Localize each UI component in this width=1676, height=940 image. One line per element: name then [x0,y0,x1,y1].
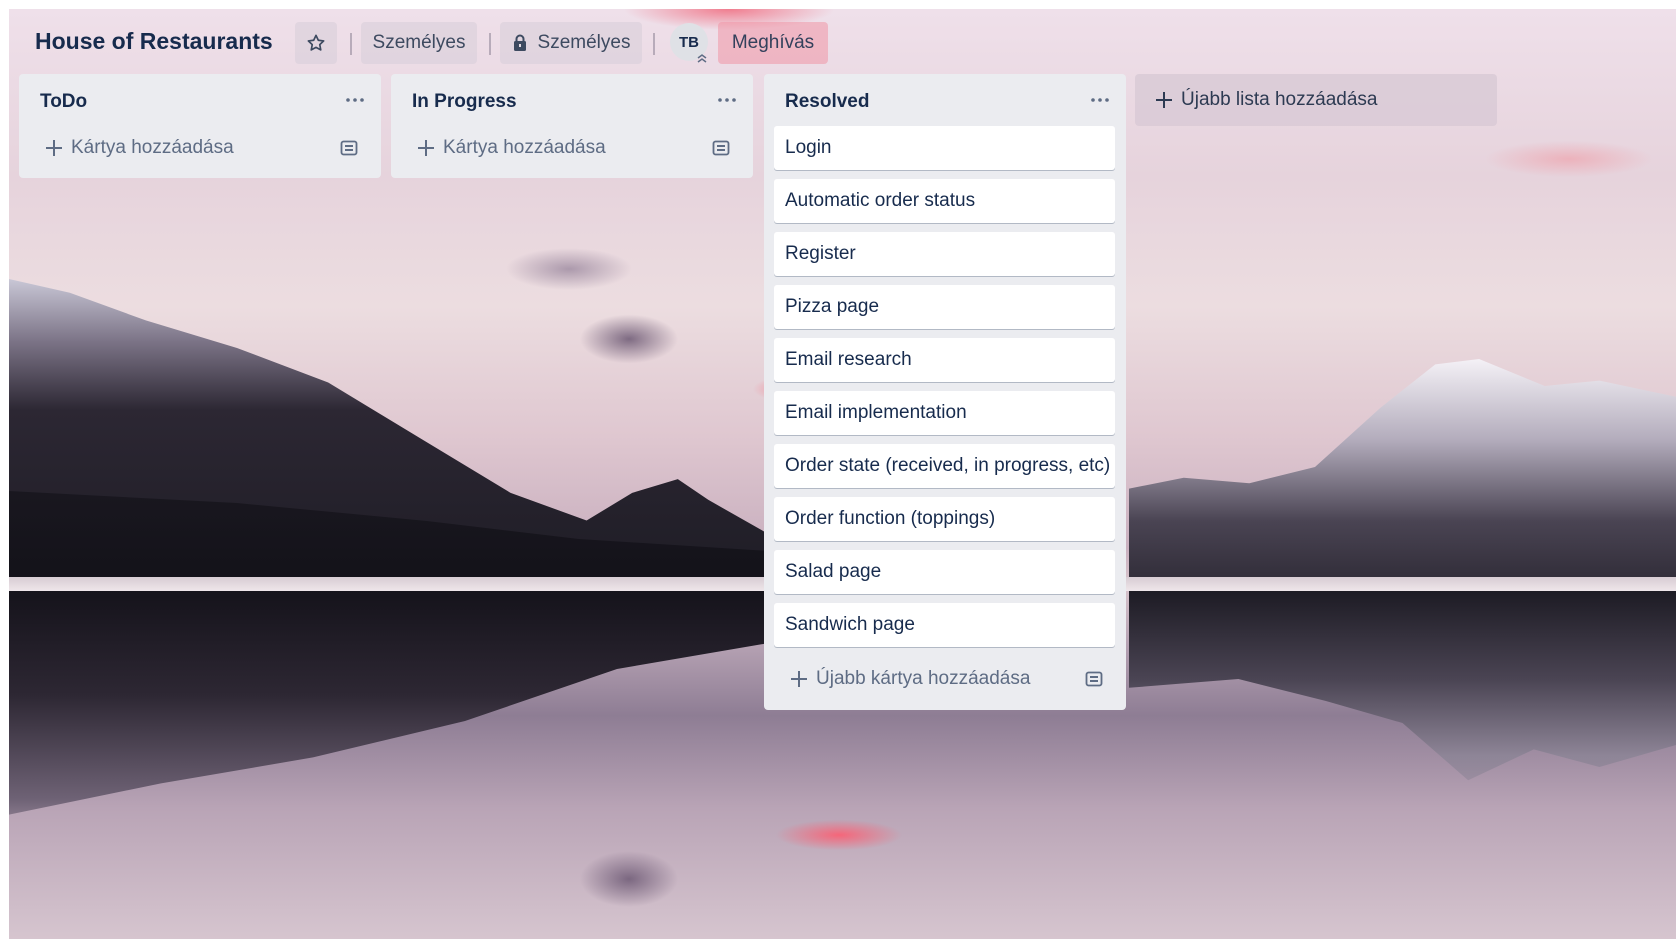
card[interactable]: Order function (toppings) [774,497,1115,541]
workspace-button[interactable]: Személyes [500,22,642,64]
invite-button[interactable]: Meghívás [718,22,828,64]
card[interactable]: Email implementation [774,391,1115,435]
board-header: House of Restaurants Személyes Személyes… [9,9,1676,73]
card-template-icon[interactable] [711,138,731,158]
list-title[interactable]: Resolved [785,91,869,113]
board-visibility-button[interactable]: Személyes [361,22,477,64]
card[interactable]: Login [774,126,1115,170]
add-card-label: Kártya hozzáadása [443,137,606,158]
star-icon [307,34,325,51]
plus-icon [791,671,807,687]
list-todo: ToDo Kártya hozzáadása [19,74,381,178]
list-in-progress: In Progress Kártya hozzáadása [391,74,753,178]
header-divider [489,33,491,55]
lake-reflection-left [9,591,769,815]
more-horizontal-icon[interactable] [715,90,739,110]
board-title[interactable]: House of Restaurants [35,28,273,55]
admin-chevron-icon [697,54,707,63]
card[interactable]: Automatic order status [774,179,1115,223]
add-card-button[interactable]: Kártya hozzáadása [29,126,371,170]
list-title[interactable]: ToDo [40,91,87,113]
card[interactable]: Order state (received, in progress, etc) [774,444,1115,488]
add-card-button[interactable]: Kártya hozzáadása [401,126,743,170]
plus-icon [418,140,434,156]
more-horizontal-icon[interactable] [1088,90,1112,110]
workspace-label: Személyes [537,32,631,53]
list-title[interactable]: In Progress [412,91,517,113]
list-resolved: Resolved Login Automatic order status Re… [764,74,1126,710]
add-list-label: Újabb lista hozzáadása [1181,89,1378,110]
header-divider [350,33,352,55]
add-card-label: Újabb kártya hozzáadása [816,668,1031,689]
star-board-button[interactable] [295,22,337,64]
lake-reflection-right [1129,591,1676,781]
invite-label: Meghívás [731,32,815,53]
lock-icon [513,34,526,51]
card[interactable]: Sandwich page [774,603,1115,647]
card-list: Login Automatic order status Register Pi… [774,126,1115,656]
card[interactable]: Pizza page [774,285,1115,329]
card-template-icon[interactable] [1084,669,1104,689]
card[interactable]: Email research [774,338,1115,382]
list-header: In Progress [391,74,753,126]
card[interactable]: Salad page [774,550,1115,594]
add-card-label: Kártya hozzáadása [71,137,234,158]
more-horizontal-icon[interactable] [343,90,367,110]
add-list-button[interactable]: Újabb lista hozzáadása [1135,74,1497,126]
plus-icon [46,140,62,156]
plus-icon [1156,92,1172,108]
card[interactable]: Register [774,232,1115,276]
list-header: Resolved [764,74,1126,126]
add-another-card-button[interactable]: Újabb kártya hozzáadása [774,657,1116,701]
list-header: ToDo [19,74,381,126]
visibility-label: Személyes [372,32,466,53]
card-template-icon[interactable] [339,138,359,158]
header-divider [653,33,655,55]
